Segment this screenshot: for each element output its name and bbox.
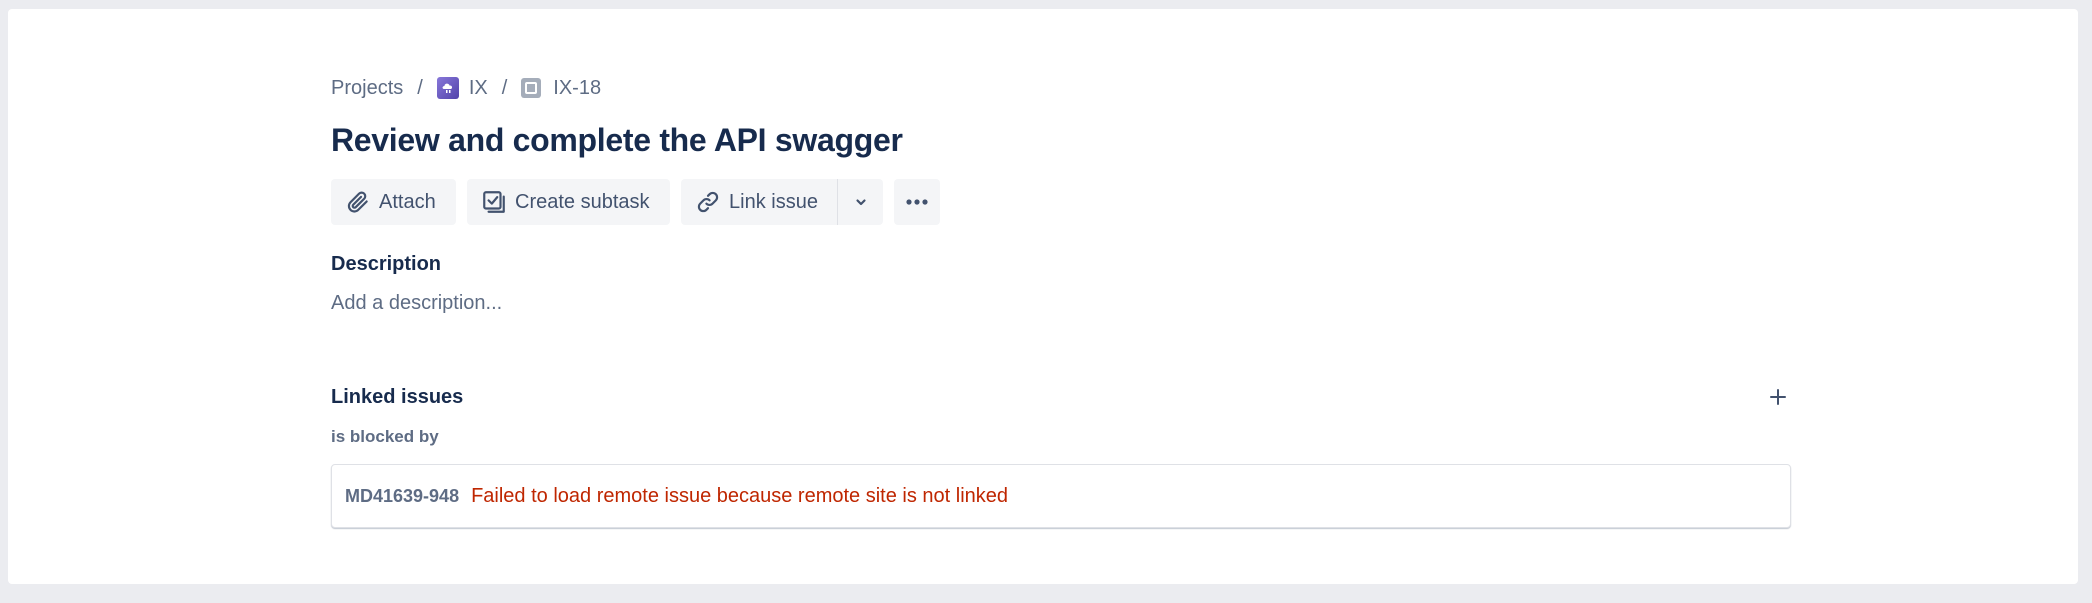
more-icon: [906, 199, 928, 205]
description-heading: Description: [331, 253, 442, 275]
link-issue-dropdown-button[interactable]: [837, 179, 883, 225]
linked-issue-row[interactable]: MD41639-948 Failed to load remote issue …: [331, 464, 1791, 528]
linked-issue-key[interactable]: MD41639-948: [345, 486, 459, 507]
plus-icon: [1770, 389, 1786, 405]
create-subtask-label: Create subtask: [515, 190, 650, 213]
issue-title[interactable]: Review and complete the API swagger: [331, 122, 903, 159]
link-issue-label: Link issue: [729, 190, 818, 213]
attach-label: Attach: [379, 190, 436, 213]
create-subtask-button[interactable]: Create subtask: [467, 179, 670, 225]
task-icon: [521, 78, 542, 98]
link-relation-label: is blocked by: [331, 427, 439, 446]
more-actions-button[interactable]: [894, 179, 940, 225]
issue-toolbar: Attach Create subtask Link issue: [331, 179, 940, 225]
linked-issue-error-message: Failed to load remote issue because remo…: [471, 484, 1009, 507]
breadcrumb-separator: /: [417, 76, 423, 99]
link-icon: [697, 191, 719, 213]
linked-issues-heading: Linked issues: [331, 386, 464, 408]
link-issue-button[interactable]: Link issue: [681, 179, 837, 225]
attach-button[interactable]: Attach: [331, 179, 456, 225]
paperclip-icon: [347, 191, 368, 213]
subtask-icon: [483, 191, 505, 213]
breadcrumb-projects[interactable]: Projects: [331, 77, 403, 100]
project-avatar-icon: [436, 77, 459, 99]
issue-view-panel: Projects / IX / IX-18 Review and complet…: [8, 9, 2078, 584]
link-issue-split-button: Link issue: [681, 179, 883, 225]
chevron-down-icon: [855, 199, 866, 206]
breadcrumb-separator: /: [501, 76, 508, 99]
breadcrumb: Projects / IX / IX-18: [331, 74, 601, 102]
breadcrumb-project[interactable]: IX: [469, 77, 488, 100]
breadcrumb-issue-key[interactable]: IX-18: [553, 77, 601, 100]
description-editor[interactable]: Add a description...: [331, 292, 502, 315]
add-linked-issue-button[interactable]: [1765, 384, 1791, 410]
